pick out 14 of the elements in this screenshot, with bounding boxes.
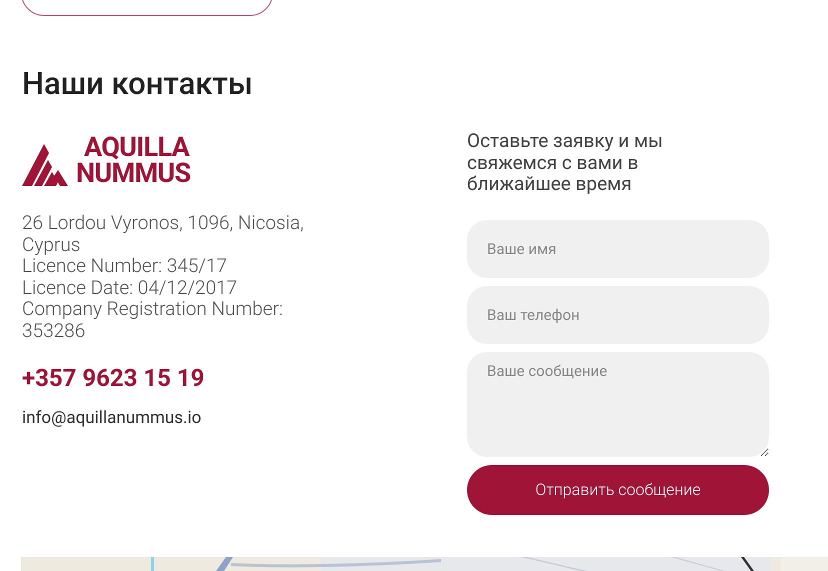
logo-text: NUMMUS xyxy=(76,160,190,186)
message-field[interactable]: Ваше сообщение xyxy=(467,352,769,456)
section-heading: Наши контакты xyxy=(22,64,254,104)
address-line: Licence Date: 04/12/2017 xyxy=(22,276,238,298)
form-title: Оставьте заявку и мы свяжемся с вами в ближайшее время xyxy=(467,130,664,194)
email-address: info@aquillanummus.io xyxy=(22,407,202,429)
submit-button[interactable]: Отправить сообщение xyxy=(467,464,769,514)
input-field[interactable]: Ваш телефон xyxy=(467,286,769,344)
input-field[interactable]: Ваше имя xyxy=(467,220,769,278)
address-line: 26 Lordou Vyronos, 1096, Nicosia, Cyprus xyxy=(22,212,305,255)
address-line: Licence Number: 345/17 xyxy=(22,255,228,276)
address-line: Company Registration Number: 353286 xyxy=(22,298,284,341)
logo-text: AQUILLA xyxy=(84,134,190,160)
phone-number: +357 9623 15 19 xyxy=(22,363,206,393)
